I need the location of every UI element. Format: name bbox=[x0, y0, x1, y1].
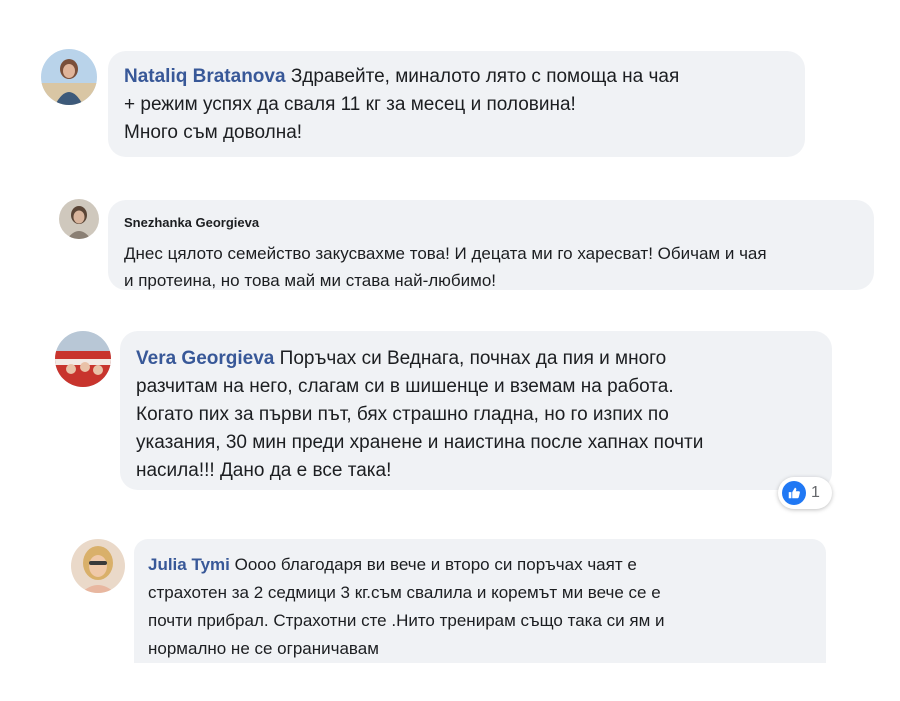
comment-line: насила!!! Дано да е все така! bbox=[136, 460, 392, 481]
like-icon bbox=[782, 481, 806, 505]
reaction-badge[interactable]: 1 bbox=[778, 477, 832, 509]
comment-text: Поръчах си Веднага, почнах да пия и мног… bbox=[279, 348, 667, 369]
comment-line: почти прибрал. Страхотни сте .Нито трени… bbox=[148, 611, 665, 630]
author-name[interactable]: Vera Georgieva bbox=[136, 348, 274, 369]
author-name[interactable]: Julia Tymi bbox=[148, 555, 230, 574]
avatar[interactable] bbox=[59, 199, 99, 239]
avatar[interactable] bbox=[41, 49, 97, 105]
comment-line: страхотен за 2 седмици 3 кг.съм свалила … bbox=[148, 583, 661, 602]
comment-line: Julia Tymi Оооо благодаря ви вече и втор… bbox=[148, 551, 812, 579]
comment-line: нормално не се ограничавам bbox=[148, 639, 379, 658]
reaction-count: 1 bbox=[811, 484, 820, 501]
comment-line: разчитам на него, слагам си в шишенце и … bbox=[136, 376, 674, 397]
comment-bubble: Snezhanka Georgieva Днес цялото семейств… bbox=[108, 200, 874, 290]
comment-line: Днес цялото семейство закусвахме това! И… bbox=[124, 244, 767, 263]
comment-line: + режим успях да сваля 11 кг за месец и … bbox=[124, 94, 576, 115]
comment-line: указания, 30 мин преди хранене и наистин… bbox=[136, 432, 704, 453]
author-name[interactable]: Nataliq Bratanova bbox=[124, 66, 286, 87]
comment-line: Когато пих за първи път, бях страшно гла… bbox=[136, 404, 669, 425]
comment-text: Здравейте, миналото лято с помоща на чая bbox=[290, 66, 680, 87]
avatar[interactable] bbox=[55, 331, 111, 387]
comment-line: и протеина, но това май ми става най-люб… bbox=[124, 271, 497, 290]
author-name[interactable]: Snezhanka Georgieva bbox=[124, 209, 858, 236]
comment-line: Nataliq Bratanova Здравейте, миналото ля… bbox=[124, 63, 789, 91]
comment-bubble: Julia Tymi Оооо благодаря ви вече и втор… bbox=[134, 539, 826, 663]
comment-line: Vera Georgieva Поръчах си Веднага, почна… bbox=[136, 345, 816, 373]
comment-line: Много съм доволна! bbox=[124, 122, 303, 143]
avatar[interactable] bbox=[71, 539, 125, 593]
comment-text: Оооо благодаря ви вече и второ си поръча… bbox=[234, 555, 637, 574]
comment-bubble: Nataliq Bratanova Здравейте, миналото ля… bbox=[108, 51, 805, 157]
comment-bubble: Vera Georgieva Поръчах си Веднага, почна… bbox=[120, 331, 832, 490]
